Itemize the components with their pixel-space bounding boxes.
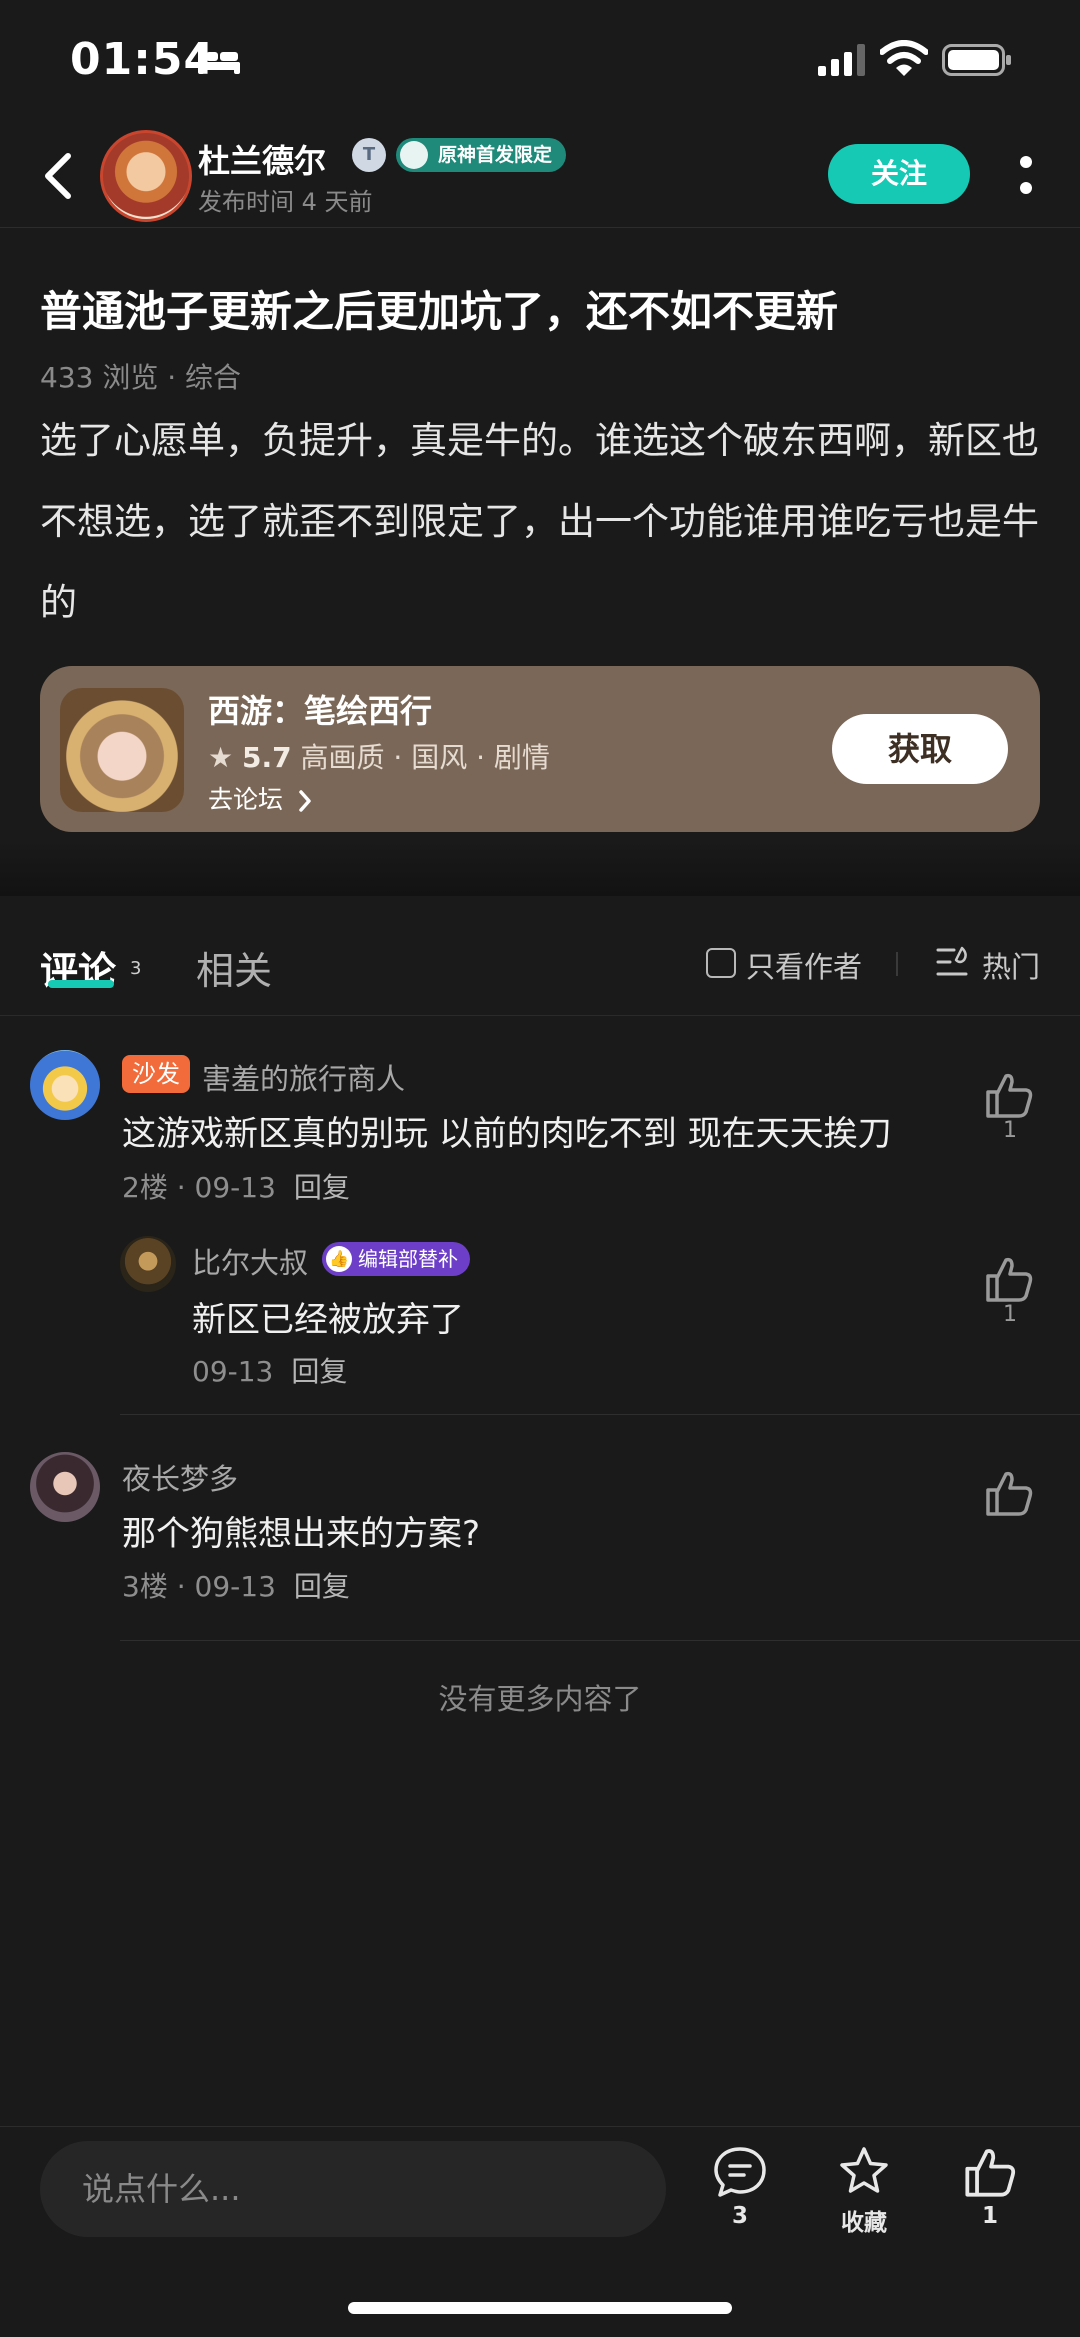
status-time: 01:54	[70, 34, 216, 85]
level-badge: T	[352, 138, 386, 172]
post-title: 普通池子更新之后更加坑了，还不如不更新	[40, 287, 839, 336]
chevron-right-icon	[299, 790, 311, 812]
star-icon	[840, 2147, 888, 2193]
comment-text: 这游戏新区真的别玩 以前的肉吃不到 现在天天挨刀	[122, 1114, 892, 1154]
comment-meta: 3楼 · 09-13 回复	[122, 1565, 350, 1605]
post-body: 选了心愿单，负提升，真是牛的。谁选这个破东西啊，新区也不想选，选了就歪不到限定了…	[40, 419, 1039, 624]
comment-count: 3	[731, 2203, 748, 2229]
post-meta: 433 浏览 · 综合	[40, 361, 242, 394]
comment-meta: 2楼 · 09-13 回复	[122, 1166, 350, 1206]
game-card[interactable]: 西游：笔绘西行 ★ 5.7 高画质 · 国风 · 剧情 去论坛 获取	[40, 666, 1040, 832]
game-rating: 5.7	[242, 741, 292, 774]
post-time: 发布时间 4 天前	[198, 188, 373, 216]
forum-link[interactable]: 去论坛	[208, 780, 313, 816]
get-game-button[interactable]: 获取	[832, 714, 1008, 784]
thumbs-up-icon[interactable]	[984, 1254, 1034, 1304]
comment-like-count: 1	[1003, 1118, 1017, 1143]
thumbs-up-icon	[965, 2149, 1016, 2197]
author-only-label[interactable]: 只看作者	[746, 944, 862, 986]
reply-button[interactable]: 回复	[294, 1570, 350, 1603]
thumbs-up-icon[interactable]	[984, 1468, 1034, 1518]
editor-thumb-icon: 👍	[326, 1246, 352, 1272]
like-action[interactable]: 1	[930, 2145, 1050, 2255]
star-icon: ★	[208, 741, 234, 774]
commenter-name[interactable]: 害羞的旅行商人	[202, 1056, 405, 1098]
editor-badge: 👍 编辑部替补	[322, 1242, 470, 1276]
commenter-name[interactable]: 夜长梦多	[122, 1456, 238, 1498]
comment-text: 那个狗熊想出来的方案?	[122, 1514, 481, 1554]
reply-button[interactable]: 回复	[291, 1355, 347, 1388]
genshin-badge: 原神首发限定	[396, 138, 567, 172]
replier-name[interactable]: 比尔大叔	[192, 1240, 308, 1282]
comment-action[interactable]: 3	[680, 2145, 800, 2255]
comment-divider	[120, 1414, 1080, 1415]
comment-input[interactable]: 说点什么...	[40, 2141, 666, 2237]
editor-badge-label: 编辑部替补	[358, 1247, 458, 1271]
favorite-label: 收藏	[841, 2210, 887, 2236]
reply-date: 09-13	[192, 1355, 274, 1388]
thumbs-up-icon[interactable]	[984, 1070, 1034, 1120]
reply-button[interactable]: 回复	[294, 1171, 350, 1204]
game-tag-list: 高画质 · 国风 · 剧情	[300, 741, 550, 774]
comment-floor-date: 3楼 · 09-13	[122, 1570, 276, 1603]
author-name[interactable]: 杜兰德尔	[198, 136, 326, 182]
no-more-content: 没有更多内容了	[438, 1682, 642, 1716]
genshin-badge-label: 原神首发限定	[438, 144, 553, 166]
game-app-icon	[60, 688, 184, 812]
reply-like-count: 1	[1003, 1302, 1017, 1327]
cellular-signal-icon	[818, 44, 865, 76]
favorite-action[interactable]: 收藏	[804, 2145, 924, 2255]
filter-divider	[896, 952, 898, 976]
game-tags: ★ 5.7 高画质 · 国风 · 剧情	[208, 736, 550, 776]
comment-icon	[714, 2147, 766, 2197]
back-icon[interactable]	[36, 148, 84, 204]
replier-avatar[interactable]	[120, 1236, 176, 1292]
sofa-badge: 沙发	[122, 1055, 190, 1093]
author-only-checkbox[interactable]	[706, 948, 736, 978]
sleep-mode-icon	[198, 48, 240, 74]
sort-icon[interactable]	[936, 946, 972, 978]
like-count: 1	[981, 2203, 998, 2229]
comment-tabs: 评论 3 相关 只看作者 热门	[0, 896, 1080, 1016]
post-header: 杜兰德尔 T 原神首发限定 发布时间 4 天前 关注	[0, 120, 1080, 228]
game-name: 西游：笔绘西行	[208, 692, 433, 730]
wifi-icon	[880, 40, 928, 76]
follow-button[interactable]: 关注	[828, 144, 970, 204]
reply-text: 新区已经被放弃了	[192, 1300, 464, 1340]
badge-emblem-icon	[400, 141, 428, 169]
battery-icon	[942, 44, 1011, 76]
forum-link-label: 去论坛	[208, 785, 284, 814]
reply-meta: 09-13 回复	[192, 1350, 347, 1390]
author-avatar[interactable]	[100, 130, 192, 222]
tab-related[interactable]: 相关	[196, 940, 272, 995]
home-indicator[interactable]	[348, 2302, 732, 2314]
tab-comments-count: 3	[130, 958, 142, 979]
sort-label[interactable]: 热门	[982, 944, 1040, 986]
more-options-icon[interactable]	[1014, 152, 1038, 200]
comment-divider	[120, 1640, 1080, 1641]
active-tab-indicator	[48, 980, 114, 988]
section-gradient	[0, 840, 1080, 896]
commenter-avatar[interactable]	[30, 1050, 100, 1120]
status-bar: 01:54	[0, 0, 1080, 120]
comment-floor-date: 2楼 · 09-13	[122, 1171, 276, 1204]
commenter-avatar[interactable]	[30, 1452, 100, 1522]
